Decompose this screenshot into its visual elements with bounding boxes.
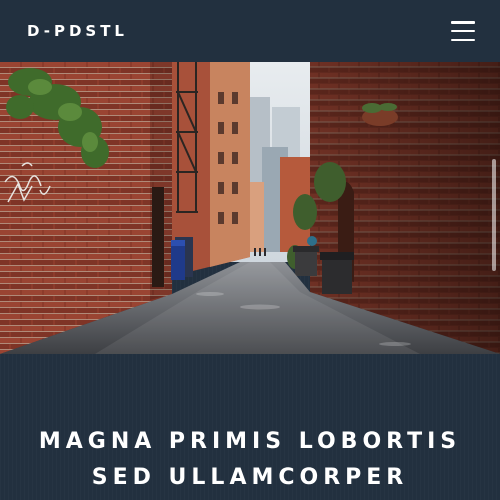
page: D-PDSTL MAGNA PRIMIS LOBORTIS SED ULLAMC… — [0, 0, 500, 500]
brick-alley-illustration — [0, 62, 500, 354]
site-header: D-PDSTL — [0, 0, 500, 62]
menu-bar-middle — [451, 29, 475, 33]
hamburger-menu-icon[interactable] — [451, 21, 475, 41]
article-title-line-1: MAGNA PRIMIS LOBORTIS — [38, 429, 462, 454]
hero-image — [0, 62, 500, 354]
menu-bar-bottom — [451, 38, 475, 41]
article-title[interactable]: MAGNA PRIMIS LOBORTIS SED ULLAMCORPER — [0, 424, 500, 496]
menu-bar-top — [451, 21, 475, 24]
scrollbar-thumb[interactable] — [492, 159, 496, 271]
article-title-line-2: SED ULLAMCORPER — [91, 465, 409, 490]
site-logo[interactable]: D-PDSTL — [27, 22, 128, 40]
